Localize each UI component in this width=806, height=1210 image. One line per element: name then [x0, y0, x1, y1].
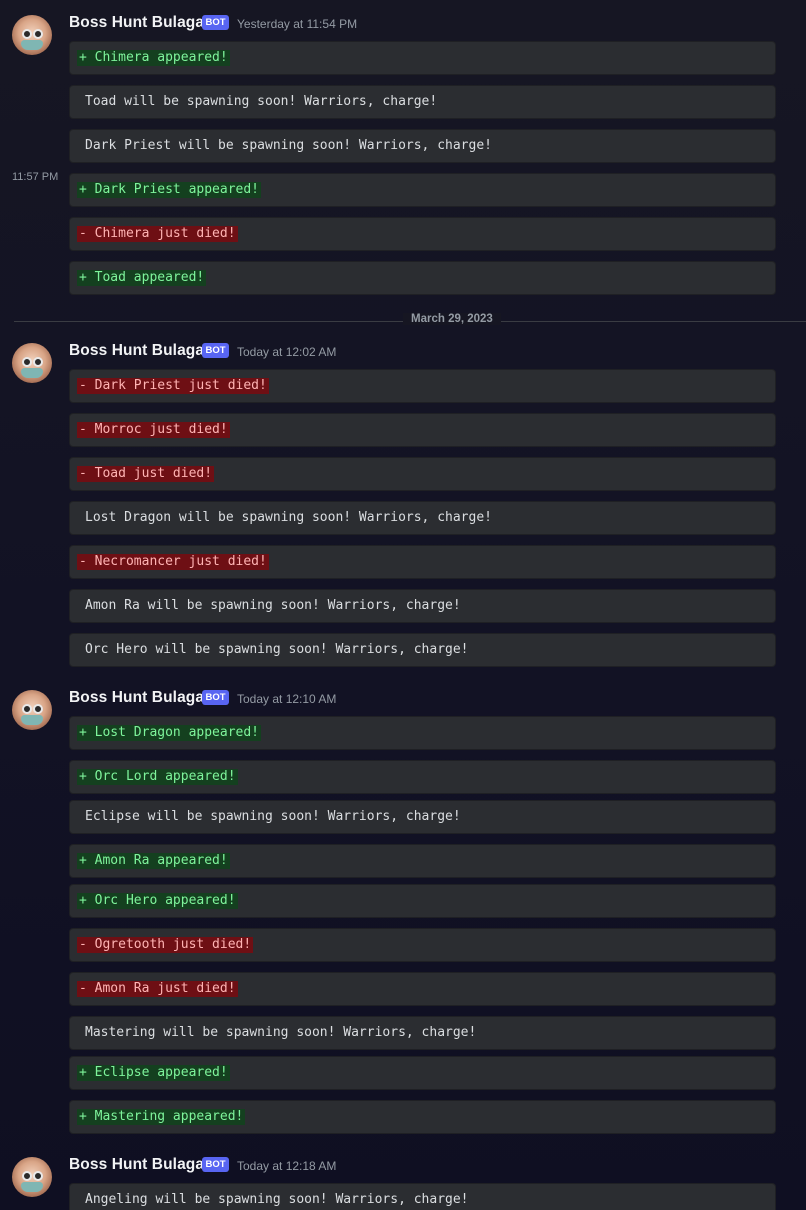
message-timestamp[interactable]: Yesterday at 11:54 PM: [237, 17, 357, 31]
author-name[interactable]: Boss Hunt Bulagan: [69, 689, 214, 707]
diff-added-line: + Orc Hero appeared!: [77, 893, 238, 909]
code-block[interactable]: Amon Ra will be spawning soon! Warriors,…: [69, 589, 776, 623]
avatar[interactable]: [12, 15, 52, 55]
code-block[interactable]: + Dark Priest appeared!: [69, 173, 776, 207]
diff-removed-line: - Amon Ra just died!: [77, 981, 238, 997]
code-block[interactable]: - Amon Ra just died!: [69, 972, 776, 1006]
code-block[interactable]: + Mastering appeared!: [69, 1100, 776, 1134]
bot-badge: BOT: [202, 690, 229, 705]
avatar[interactable]: [12, 1157, 52, 1197]
code-line: Amon Ra will be spawning soon! Warriors,…: [85, 598, 461, 613]
code-block[interactable]: - Chimera just died!: [69, 217, 776, 251]
avatar[interactable]: [12, 690, 52, 730]
avatar-mask-icon: [21, 715, 43, 725]
diff-removed-line: - Toad just died!: [77, 466, 215, 482]
diff-removed-line: - Ogretooth just died!: [77, 937, 254, 953]
code-block[interactable]: Mastering will be spawning soon! Warrior…: [69, 1016, 776, 1050]
code-block[interactable]: Dark Priest will be spawning soon! Warri…: [69, 129, 776, 163]
code-block[interactable]: - Ogretooth just died!: [69, 928, 776, 962]
diff-added-line: + Eclipse appeared!: [77, 1065, 230, 1081]
diff-removed-line: - Morroc just died!: [77, 422, 230, 438]
author-name[interactable]: Boss Hunt Bulagan: [69, 342, 214, 360]
author-name[interactable]: Boss Hunt Bulagan: [69, 14, 214, 32]
diff-removed-line: - Necromancer just died!: [77, 554, 269, 570]
code-line: Dark Priest will be spawning soon! Warri…: [85, 138, 492, 153]
avatar-mask-icon: [21, 40, 43, 50]
code-block[interactable]: - Toad just died!: [69, 457, 776, 491]
code-line: Orc Hero will be spawning soon! Warriors…: [85, 642, 469, 657]
code-block[interactable]: + Orc Lord appeared!: [69, 760, 776, 794]
avatar-eye-icon: [22, 29, 32, 39]
avatar-eye-icon: [22, 357, 32, 367]
code-block[interactable]: + Amon Ra appeared!: [69, 844, 776, 878]
diff-added-line: + Lost Dragon appeared!: [77, 725, 262, 741]
code-block[interactable]: Lost Dragon will be spawning soon! Warri…: [69, 501, 776, 535]
avatar-mask-icon: [21, 368, 43, 378]
diff-added-line: + Toad appeared!: [77, 270, 207, 286]
code-line: Angeling will be spawning soon! Warriors…: [85, 1192, 469, 1207]
message-timestamp[interactable]: Today at 12:18 AM: [237, 1159, 336, 1173]
diff-removed-line: - Dark Priest just died!: [77, 378, 269, 394]
code-block[interactable]: - Necromancer just died!: [69, 545, 776, 579]
avatar-eye-icon: [22, 704, 32, 714]
diff-added-line: + Amon Ra appeared!: [77, 853, 230, 869]
author-name[interactable]: Boss Hunt Bulagan: [69, 1156, 214, 1174]
hover-timestamp[interactable]: 11:57 PM: [12, 171, 58, 183]
code-line: Eclipse will be spawning soon! Warriors,…: [85, 809, 461, 824]
code-block[interactable]: Angeling will be spawning soon! Warriors…: [69, 1183, 776, 1210]
avatar-eye-icon: [33, 704, 43, 714]
code-block[interactable]: - Morroc just died!: [69, 413, 776, 447]
code-block[interactable]: + Toad appeared!: [69, 261, 776, 295]
date-divider: March 29, 2023: [403, 313, 501, 325]
code-block[interactable]: Eclipse will be spawning soon! Warriors,…: [69, 800, 776, 834]
avatar-eye-icon: [33, 357, 43, 367]
diff-added-line: + Orc Lord appeared!: [77, 769, 238, 785]
message-timestamp[interactable]: Today at 12:02 AM: [237, 345, 336, 359]
code-line: Toad will be spawning soon! Warriors, ch…: [85, 94, 438, 109]
avatar-mask-icon: [21, 1182, 43, 1192]
message-timestamp[interactable]: Today at 12:10 AM: [237, 692, 336, 706]
diff-added-line: + Dark Priest appeared!: [77, 182, 262, 198]
code-block[interactable]: + Chimera appeared!: [69, 41, 776, 75]
diff-removed-line: - Chimera just died!: [77, 226, 238, 242]
avatar-eye-icon: [33, 1171, 43, 1181]
avatar[interactable]: [12, 343, 52, 383]
code-block[interactable]: Toad will be spawning soon! Warriors, ch…: [69, 85, 776, 119]
code-block[interactable]: + Orc Hero appeared!: [69, 884, 776, 918]
code-block[interactable]: - Dark Priest just died!: [69, 369, 776, 403]
bot-badge: BOT: [202, 15, 229, 30]
bot-badge: BOT: [202, 343, 229, 358]
code-block[interactable]: + Eclipse appeared!: [69, 1056, 776, 1090]
code-block[interactable]: + Lost Dragon appeared!: [69, 716, 776, 750]
diff-added-line: + Chimera appeared!: [77, 50, 230, 66]
code-line: Mastering will be spawning soon! Warrior…: [85, 1025, 477, 1040]
code-line: Lost Dragon will be spawning soon! Warri…: [85, 510, 492, 525]
avatar-eye-icon: [22, 1171, 32, 1181]
diff-added-line: + Mastering appeared!: [77, 1109, 246, 1125]
bot-badge: BOT: [202, 1157, 229, 1172]
avatar-eye-icon: [33, 29, 43, 39]
code-block[interactable]: Orc Hero will be spawning soon! Warriors…: [69, 633, 776, 667]
